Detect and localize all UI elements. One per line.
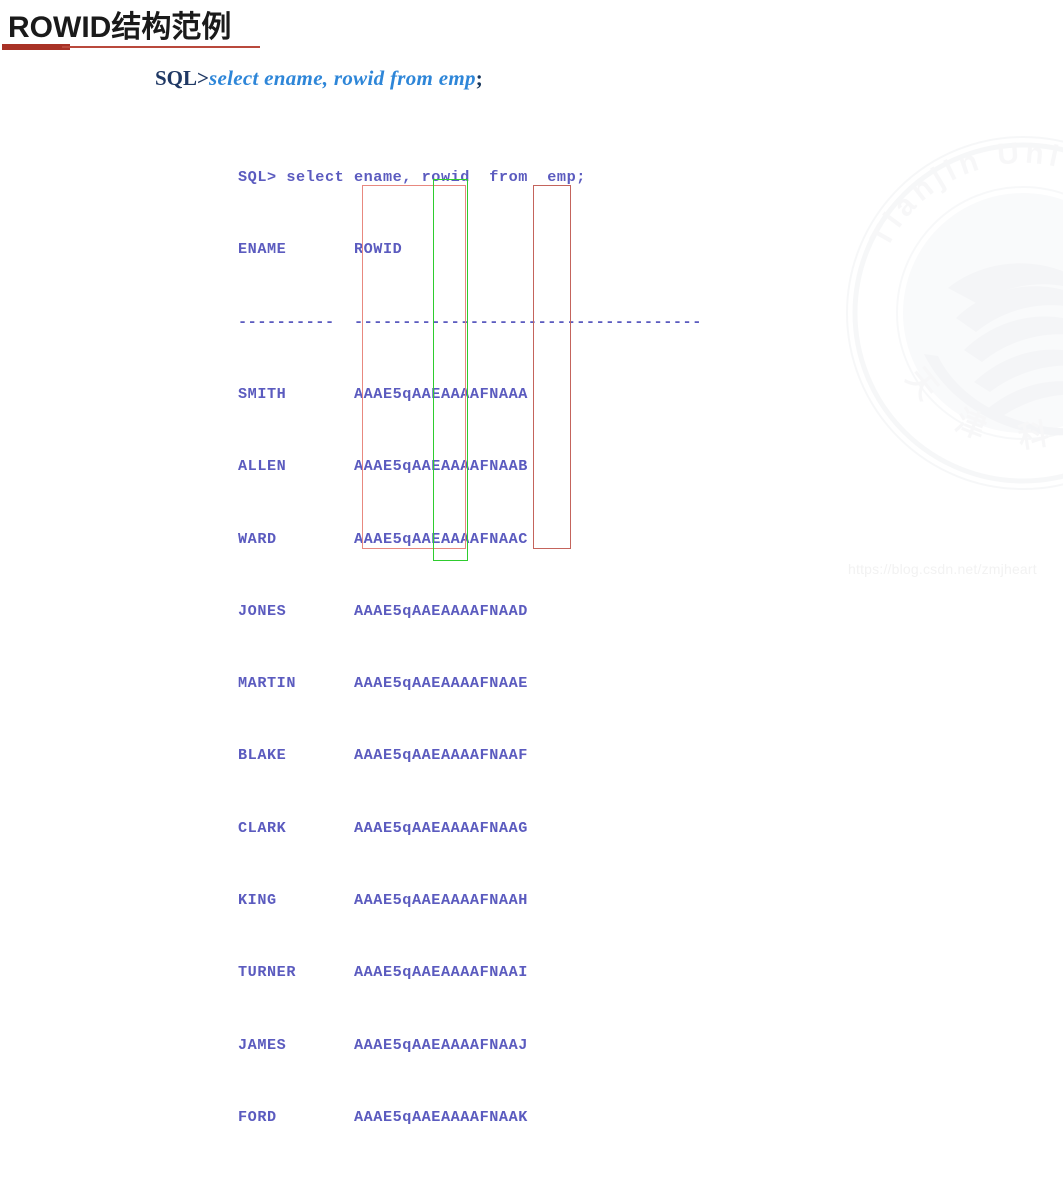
table-row: BLAKE AAAE5qAAEAAAAFNAAF xyxy=(238,746,528,765)
sql-prompt-line: SQL>select ename, rowid from emp; xyxy=(155,66,483,91)
table-row: SMITH AAAE5qAAEAAAAFNAAA xyxy=(238,385,528,404)
table-row: WARD AAAE5qAAEAAAAFNAAC xyxy=(238,529,528,548)
table-row: MILLER AAAE5qAAEAAAAFNAAL xyxy=(238,1177,702,1178)
sql-statement-text: select ename, rowid from emp xyxy=(209,66,476,90)
seal-outer-text: Tianjin University of Scie xyxy=(828,118,1063,313)
title-rule-thick xyxy=(2,44,70,50)
terminal-echo-line: SQL> select ename, rowid from emp; xyxy=(238,168,586,187)
seal-globe-swirl xyxy=(924,263,1063,436)
terminal-column-headers: ENAME ROWID xyxy=(238,240,403,259)
table-row: FORD AAAE5qAAEAAAAFNAAK xyxy=(238,1107,528,1126)
table-row: TURNER AAAE5qAAEAAAAFNAAI xyxy=(238,963,528,982)
terminal-separator-line: ---------- -----------------------------… xyxy=(238,312,702,331)
sql-prompt-label: SQL> xyxy=(155,66,209,90)
table-row: JAMES AAAE5qAAEAAAAFNAAJ xyxy=(238,1035,528,1054)
table-row: JONES AAAE5qAAEAAAAFNAAD xyxy=(238,601,528,620)
table-row: MARTIN AAAE5qAAEAAAAFNAAE xyxy=(238,674,528,693)
table-row: KING AAAE5qAAEAAAAFNAAH xyxy=(238,891,528,909)
csdn-url-watermark: https://blog.csdn.net/zmjheart xyxy=(848,561,1037,577)
title-accent-rule xyxy=(2,44,260,50)
terminal-output-block: SQL> select ename, rowid from emp; ENAME… xyxy=(238,117,702,1178)
page-title: ROWID结构范例 xyxy=(8,11,232,44)
seal-inner-text: 天 津 科 技 xyxy=(899,362,1063,455)
sql-statement-terminator: ; xyxy=(475,66,483,90)
university-seal-watermark: Tianjin University of Scie 天 津 科 技 xyxy=(828,118,1063,490)
title-rule-thin xyxy=(62,46,260,48)
table-row: CLARK AAAE5qAAEAAAAFNAAG xyxy=(238,818,528,837)
table-row: ALLEN AAAE5qAAEAAAAFNAAB xyxy=(238,457,528,476)
